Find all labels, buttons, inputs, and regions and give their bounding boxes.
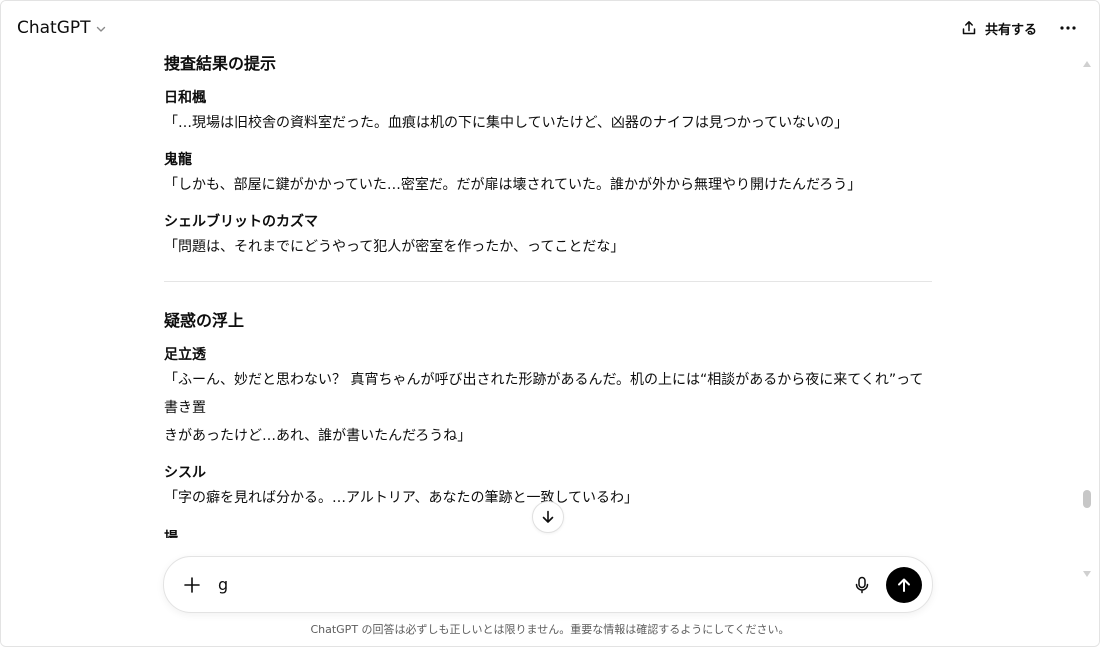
- more-horizontal-icon: [1060, 26, 1076, 30]
- dialogue-line: 「…現場は旧校舎の資料室だった。血痕は机の下に集中していたけど、凶器のナイフは見…: [164, 115, 849, 131]
- speaker-name: 日和楓: [164, 90, 206, 106]
- disclaimer-text: ChatGPT の回答は必ずしも正しいとは限りません。重要な情報は確認するように…: [310, 623, 790, 636]
- plus-icon: [184, 576, 200, 593]
- message-section: 捜査結果の提示 日和楓 「…現場は旧校舎の資料室だった。血痕は机の下に集中してい…: [164, 51, 934, 261]
- section-heading: 疑惑の浮上: [164, 311, 245, 330]
- share-icon: [962, 21, 976, 35]
- arrow-down-icon: [542, 510, 554, 523]
- speaker-name: シスル: [164, 465, 206, 481]
- assistant-message: 捜査結果の提示 日和楓 「…現場は旧校舎の資料室だった。血痕は机の下に集中してい…: [164, 49, 934, 538]
- chat-window: ChatGPT 共有する 捜査結果の提示 日和楓 「…現場は旧校舎の資料室だった…: [0, 0, 1100, 647]
- chevron-down-icon: [96, 26, 105, 32]
- prompt-input[interactable]: [218, 575, 848, 594]
- dialogue-line: 「問題は、それまでにどうやって犯人が密室を作ったか、ってことだな」: [164, 239, 625, 255]
- microphone-icon: [855, 576, 869, 593]
- top-bar: ChatGPT 共有する: [1, 1, 1099, 55]
- speaker-name: 足立透: [164, 347, 206, 363]
- arrow-up-icon: [898, 578, 910, 592]
- attach-button[interactable]: [178, 571, 206, 599]
- voice-input-button[interactable]: [848, 571, 876, 599]
- dialogue-entry: 鬼龍 「しかも、部屋に鍵がかかっていた…密室だ。だが扉は壊されていた。誰かが外か…: [164, 149, 934, 199]
- scroll-up-arrow[interactable]: [1083, 61, 1091, 67]
- speaker-name: 鬼龍: [164, 152, 192, 168]
- more-options-button[interactable]: [1059, 25, 1083, 31]
- scrollbar-thumb[interactable]: [1083, 490, 1091, 508]
- scrollbar[interactable]: [1081, 57, 1093, 577]
- dialogue-line: 「しかも、部屋に鍵がかかっていた…密室だ。だが扉は壊されていた。誰かが外から無理…: [164, 177, 862, 193]
- dialogue-entry: シェルブリットのカズマ 「問題は、それまでにどうやって犯人が密室を作ったか、って…: [164, 211, 934, 261]
- share-button[interactable]: 共有する: [961, 19, 1037, 38]
- scroll-to-bottom-button[interactable]: [532, 501, 564, 533]
- dialogue-line: きがあったけど…あれ、誰が書いたんだろうね」: [164, 428, 472, 444]
- model-picker[interactable]: ChatGPT: [17, 18, 107, 38]
- send-button[interactable]: [886, 566, 922, 603]
- dialogue-entry: 足立透 「ふーん、妙だと思わない？ 真宵ちゃんが呼び出された形跡があるんだ。机の…: [164, 344, 934, 450]
- header-actions: 共有する: [961, 19, 1083, 38]
- share-label: 共有する: [984, 22, 1037, 38]
- scroll-down-arrow[interactable]: [1083, 571, 1091, 577]
- section-divider: [164, 281, 932, 282]
- dialogue-entry: 日和楓 「…現場は旧校舎の資料室だった。血痕は机の下に集中していたけど、凶器のナ…: [164, 87, 934, 137]
- model-name: ChatGPT: [17, 18, 91, 38]
- dialogue-line: 「ふーん、妙だと思わない？ 真宵ちゃんが呼び出された形跡があるんだ。机の上には“…: [164, 372, 924, 416]
- composer: [163, 556, 933, 613]
- speaker-name: シェルブリットのカズマ: [164, 214, 318, 230]
